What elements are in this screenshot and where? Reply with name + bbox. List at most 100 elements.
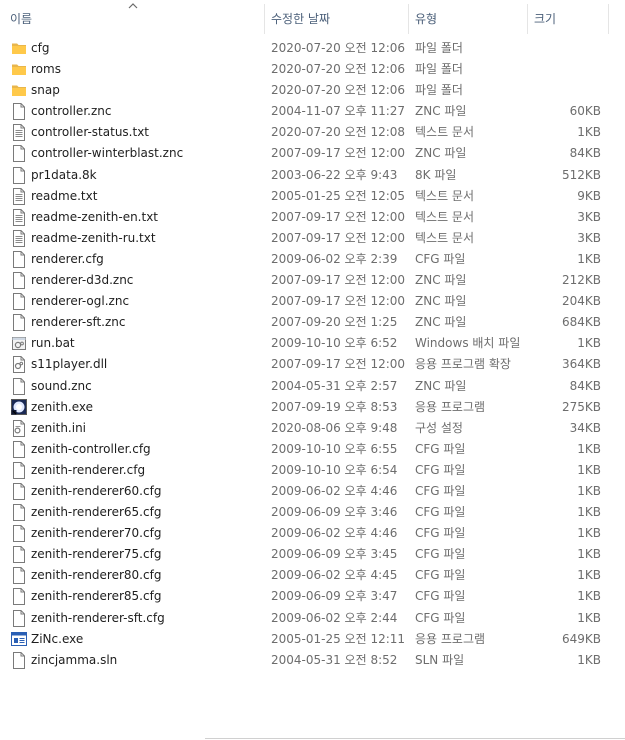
file-row[interactable]: zenith-controller.cfg 2009-10-10 오후 6:55 C… (0, 439, 625, 460)
folder-icon (11, 82, 27, 99)
file-icon (11, 314, 27, 332)
file-row[interactable]: zenith-renderer75.cfg 2009-06-09 오후 3:45 C… (0, 544, 625, 565)
file-row[interactable]: renderer-d3d.znc 2007-09-17 오전 12:00 ZNC 파… (0, 270, 625, 291)
file-name: zenith-renderer60.cfg (31, 483, 162, 498)
file-date: 2020-07-20 오전 12:06 (271, 83, 406, 98)
file-size: 1KB (577, 610, 601, 625)
file-type: CFG 파일 (415, 568, 466, 583)
file-row[interactable]: snap 2020-07-20 오전 12:06 파일 폴더 (0, 80, 625, 101)
file-type: CFG 파일 (415, 526, 466, 541)
text-file-icon (11, 187, 27, 205)
folder-icon (11, 61, 27, 78)
file-row[interactable]: zenith-renderer60.cfg 2009-06-02 오후 4:46 C… (0, 481, 625, 502)
column-divider[interactable] (608, 4, 609, 34)
file-name: controller.znc (31, 104, 112, 119)
file-name: cfg (31, 41, 50, 55)
file-row[interactable]: zenith-renderer70.cfg 2009-06-02 오후 4:46 C… (0, 523, 625, 544)
file-name: readme.txt (31, 188, 98, 203)
file-row[interactable]: zenith-renderer85.cfg 2009-06-09 오후 3:47 C… (0, 586, 625, 607)
file-row[interactable]: renderer-ogl.znc 2007-09-17 오전 12:00 ZNC 파… (0, 291, 625, 312)
file-row[interactable]: zenith-renderer65.cfg 2009-06-09 오후 3:46 C… (0, 502, 625, 523)
file-icon (11, 461, 27, 479)
file-row[interactable]: zenith-renderer-sft.cfg 2009-06-02 오후 2:4… (0, 608, 625, 629)
file-row[interactable]: readme.txt 2005-01-25 오전 12:05 텍스트 문서 9KB (0, 186, 625, 207)
file-row[interactable]: sound.znc 2004-05-31 오후 2:57 ZNC 파일 84KB (0, 376, 625, 397)
file-row[interactable]: zenith-renderer80.cfg 2009-06-02 오후 4:45 C… (0, 565, 625, 586)
file-row[interactable]: cfg 2020-07-20 오전 12:06 파일 폴더 (0, 38, 625, 59)
file-row[interactable]: s11player.dll 2007-09-17 오전 12:00 응용 프로그램 … (0, 354, 625, 375)
file-size: 204KB (561, 294, 601, 309)
file-date: 2004-05-31 오전 8:52 (271, 652, 398, 667)
file-size: 1KB (577, 547, 601, 562)
file-date: 2009-06-09 오후 3:45 (271, 547, 398, 562)
file-icon (11, 103, 27, 121)
file-size: 3KB (577, 209, 601, 224)
column-header-type[interactable]: 유형 (409, 0, 527, 36)
file-icon (11, 546, 27, 564)
file-name: ZiNc.exe (31, 631, 84, 646)
file-size: 512KB (561, 167, 601, 182)
file-type: 구성 설정 (415, 420, 463, 435)
file-name: zincjamma.sln (31, 652, 118, 667)
file-type: ZNC 파일 (415, 146, 467, 161)
file-row[interactable]: zincjamma.sln 2004-05-31 오전 8:52 SLN 파일 1KB (0, 650, 625, 671)
file-row[interactable]: controller-status.txt 2020-07-20 오전 12:08… (0, 122, 625, 143)
file-type: SLN 파일 (415, 652, 465, 667)
file-size: 684KB (561, 315, 601, 330)
file-size: 364KB (561, 357, 601, 372)
file-name: zenith-renderer65.cfg (31, 505, 162, 520)
file-type: 텍스트 문서 (415, 125, 475, 140)
file-row[interactable]: renderer.cfg 2009-06-02 오후 2:39 CFG 파일 1KB (0, 249, 625, 270)
file-date: 2003-06-22 오후 9:43 (271, 167, 398, 182)
file-size: 84KB (569, 378, 601, 393)
file-name: zenith-renderer70.cfg (31, 526, 162, 541)
file-type: 텍스트 문서 (415, 188, 475, 203)
file-date: 2009-10-10 오후 6:55 (271, 441, 398, 456)
file-type: 응용 프로그램 (415, 631, 486, 646)
file-icon (11, 250, 27, 268)
file-type: 파일 폴더 (415, 83, 463, 98)
file-size: 212KB (561, 273, 601, 288)
file-type: ZNC 파일 (415, 378, 467, 393)
file-size: 275KB (561, 399, 601, 414)
file-name: zenith.exe (31, 399, 94, 414)
column-header-size[interactable]: 크기 (528, 0, 608, 36)
file-row[interactable]: zenith.ini 2020-08-06 오후 9:48 구성 설정 34KB (0, 418, 625, 439)
file-row[interactable]: renderer-sft.znc 2007-09-20 오전 1:25 ZNC 파일… (0, 312, 625, 333)
file-date: 2009-06-09 오후 3:47 (271, 589, 398, 604)
file-date: 2009-06-02 오후 4:46 (271, 483, 398, 498)
file-row[interactable]: zenith-renderer.cfg 2009-10-10 오후 6:54 CFG… (0, 460, 625, 481)
file-date: 2007-09-17 오전 12:00 (271, 294, 406, 309)
file-type: 텍스트 문서 (415, 230, 475, 245)
file-icon (11, 293, 27, 311)
file-type: 응용 프로그램 확장 (415, 357, 511, 372)
file-date: 2005-01-25 오전 12:05 (271, 188, 406, 203)
file-row[interactable]: readme-zenith-ru.txt 2007-09-17 오전 12:00 텍… (0, 228, 625, 249)
status-divider (205, 738, 625, 739)
column-header-name[interactable]: 이름 (4, 0, 264, 36)
file-date: 2020-08-06 오후 9:48 (271, 420, 398, 435)
file-size: 1KB (577, 251, 601, 266)
file-type: CFG 파일 (415, 505, 466, 520)
file-size: 1KB (577, 505, 601, 520)
file-name: pr1data.8k (31, 167, 97, 182)
file-row[interactable]: ZiNc.exe 2005-01-25 오전 12:11 응용 프로그램 649KB (0, 629, 625, 650)
file-row[interactable]: controller-winterblast.znc 2007-09-17 오전 … (0, 143, 625, 164)
column-header-bar: 이름 수정한 날짜 유형 크기 (0, 0, 625, 36)
file-name: zenith.ini (31, 420, 87, 435)
file-list: cfg 2020-07-20 오전 12:06 파일 폴더 roms 2020-07-2… (0, 38, 625, 671)
file-type: 8K 파일 (415, 167, 457, 182)
file-row[interactable]: readme-zenith-en.txt 2007-09-17 오전 12:00 텍… (0, 207, 625, 228)
file-row[interactable]: run.bat 2009-10-10 오후 6:52 Windows 배치 파일 1K… (0, 333, 625, 354)
file-type: CFG 파일 (415, 462, 466, 477)
file-row[interactable]: pr1data.8k 2003-06-22 오후 9:43 8K 파일 512KB (0, 165, 625, 186)
file-row[interactable]: roms 2020-07-20 오전 12:06 파일 폴더 (0, 59, 625, 80)
file-date: 2009-06-09 오후 3:46 (271, 505, 398, 520)
file-name: zenith-controller.cfg (31, 441, 151, 456)
file-size: 34KB (569, 420, 601, 435)
file-row[interactable]: controller.znc 2004-11-07 오후 11:27 ZNC 파일 6… (0, 101, 625, 122)
file-row[interactable]: zenith.exe 2007-09-19 오후 8:53 응용 프로그램 275KB (0, 397, 625, 418)
file-type: ZNC 파일 (415, 315, 467, 330)
file-type: CFG 파일 (415, 251, 466, 266)
column-header-date[interactable]: 수정한 날짜 (265, 0, 408, 36)
